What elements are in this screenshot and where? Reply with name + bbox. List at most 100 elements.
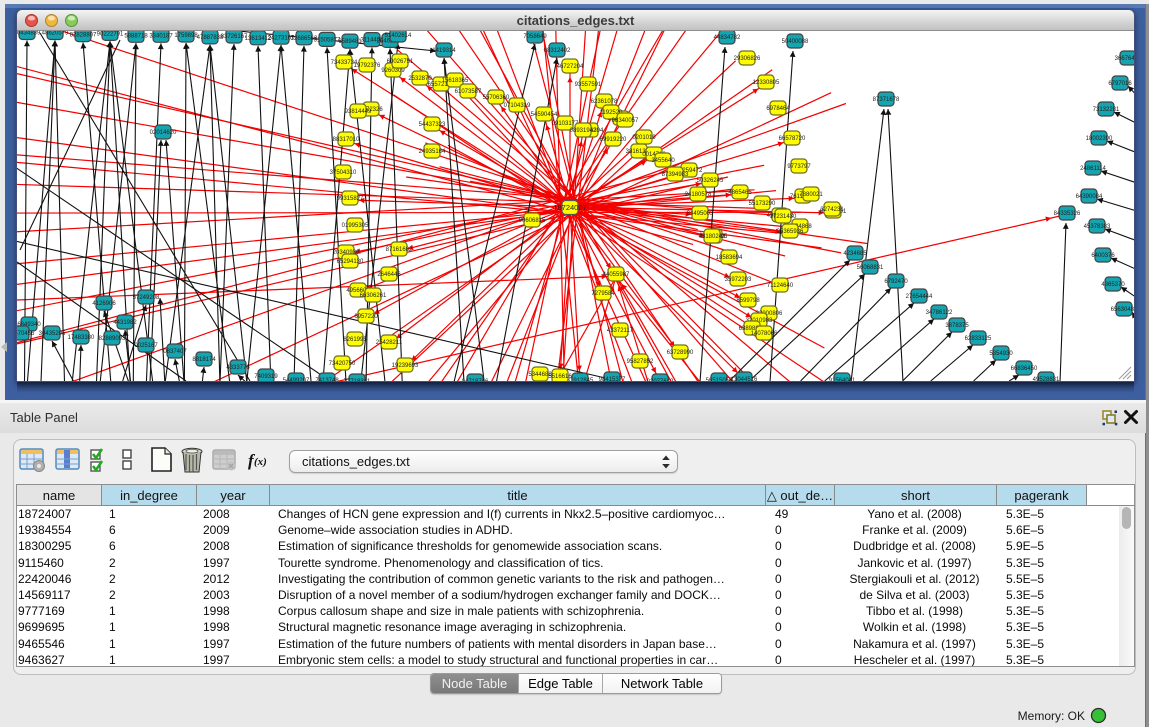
svg-text:46727204: 46727204 (557, 64, 584, 70)
svg-text:54499207: 54499207 (283, 378, 310, 381)
svg-text:17483380: 17483380 (68, 335, 95, 341)
svg-text:14078066: 14078066 (751, 331, 778, 337)
svg-text:51505877: 51505877 (314, 38, 341, 44)
svg-text:35972203: 35972203 (725, 277, 752, 283)
svg-text:50400088: 50400088 (782, 39, 809, 45)
svg-text:43180243: 43180243 (699, 234, 726, 240)
svg-text:84335326: 84335326 (1054, 211, 1081, 217)
svg-text:4333776: 4333776 (226, 365, 250, 371)
svg-text:6589481: 6589481 (338, 39, 362, 45)
svg-text:5888718: 5888718 (124, 33, 148, 39)
svg-text:8261995: 8261995 (343, 337, 367, 343)
svg-text:7409319: 7409319 (254, 374, 278, 380)
svg-text:56515055: 56515055 (706, 378, 733, 381)
svg-text:44055987: 44055987 (603, 272, 630, 278)
svg-text:82889093: 82889093 (99, 336, 126, 342)
svg-text:84495003: 84495003 (687, 211, 714, 217)
svg-text:6978464: 6978464 (766, 106, 790, 112)
svg-text:(x): (x) (254, 456, 267, 468)
svg-text:49528831: 49528831 (1033, 377, 1060, 381)
svg-text:12330805: 12330805 (753, 80, 780, 86)
svg-text:65294130: 65294130 (337, 259, 364, 265)
svg-text:24861114: 24861114 (1080, 166, 1106, 172)
svg-text:04718746: 04718746 (462, 379, 489, 381)
svg-text:3878375: 3878375 (945, 323, 969, 329)
svg-text:54437323: 54437323 (419, 122, 446, 128)
svg-text:71124640: 71124640 (767, 283, 794, 289)
svg-text:44834782: 44834782 (714, 35, 741, 41)
svg-text:90222791: 90222791 (97, 32, 124, 38)
svg-text:1759898: 1759898 (174, 33, 198, 39)
svg-text:3455640: 3455640 (651, 158, 675, 164)
svg-text:07104319: 07104319 (504, 103, 531, 109)
svg-text:30434839: 30434839 (17, 31, 41, 37)
svg-text:5354930: 5354930 (989, 351, 1013, 357)
svg-text:90606815: 90606815 (519, 218, 546, 224)
svg-text:87161682: 87161682 (386, 247, 413, 253)
svg-text:45378383: 45378383 (1084, 224, 1111, 230)
svg-text:91564041: 91564041 (829, 378, 856, 381)
svg-text:66306261: 66306261 (360, 293, 387, 299)
svg-text:15618365: 15618365 (442, 78, 469, 84)
svg-text:88317010: 88317010 (333, 137, 360, 143)
svg-text:9260309: 9260309 (381, 68, 405, 74)
svg-text:54590454: 54590454 (531, 112, 558, 118)
svg-text:48620579: 48620579 (42, 31, 69, 37)
svg-text:87394983: 87394983 (662, 172, 689, 178)
svg-text:22470455: 22470455 (17, 331, 35, 337)
svg-text:7413748: 7413748 (315, 378, 339, 381)
svg-text:19239693: 19239693 (392, 363, 419, 369)
svg-text:29306826: 29306826 (734, 56, 761, 62)
svg-text:2646446: 2646446 (377, 272, 401, 278)
svg-text:7279584: 7279584 (591, 291, 615, 297)
svg-text:0201019: 0201019 (632, 135, 656, 141)
svg-text:63728990: 63728990 (667, 350, 694, 356)
svg-text:37504310: 37504310 (330, 170, 357, 176)
svg-text:50326245: 50326245 (697, 178, 724, 184)
svg-text:4234685: 4234685 (843, 251, 867, 257)
svg-text:30435205: 30435205 (39, 331, 66, 337)
svg-text:98415377: 98415377 (599, 377, 626, 381)
svg-text:43372117: 43372117 (607, 328, 634, 334)
svg-text:66836450: 66836450 (1011, 366, 1038, 372)
svg-text:18724007: 18724007 (553, 203, 586, 212)
svg-text:08931942: 08931942 (570, 128, 597, 134)
svg-text:66578720: 66578720 (779, 136, 806, 142)
svg-text:08312402: 08312402 (544, 48, 571, 54)
svg-text:55173290: 55173290 (749, 201, 776, 207)
svg-text:01995305: 01995305 (342, 223, 369, 229)
svg-text:93814449: 93814449 (345, 109, 372, 115)
svg-text:62833125: 62833125 (965, 336, 992, 342)
svg-text:55706360: 55706360 (483, 95, 510, 101)
svg-text:0025167: 0025167 (134, 343, 158, 349)
svg-text:1419314: 1419314 (432, 48, 456, 54)
svg-text:8599798: 8599798 (736, 298, 760, 304)
svg-text:62361078: 62361078 (591, 99, 618, 105)
svg-text:02077642: 02077642 (647, 379, 674, 381)
svg-text:82828807: 82828807 (70, 33, 97, 39)
svg-text:27654444: 27654444 (906, 294, 933, 300)
svg-text:8818174: 8818174 (192, 357, 216, 363)
svg-text:99315827: 99315827 (337, 196, 364, 202)
svg-text:25365936: 25365936 (777, 229, 804, 235)
svg-text:6957220: 6957220 (354, 314, 378, 320)
svg-text:34786122: 34786122 (926, 310, 953, 316)
svg-text:64390084: 64390084 (1076, 194, 1103, 200)
svg-text:4126906: 4126906 (92, 301, 116, 307)
svg-text:69919220: 69919220 (600, 137, 627, 143)
svg-text:5516616: 5516616 (548, 374, 572, 380)
svg-text:36676402: 36676402 (1115, 56, 1134, 62)
svg-text:61073587: 61073587 (455, 89, 482, 95)
svg-text:77718341: 77718341 (344, 379, 371, 381)
svg-text:4865465: 4865465 (728, 190, 752, 196)
svg-text:60026751: 60026751 (387, 59, 414, 65)
svg-text:24935164: 24935164 (419, 149, 446, 155)
svg-text:73420750: 73420750 (329, 361, 356, 367)
svg-text:57249208: 57249208 (133, 295, 160, 301)
svg-text:65630481: 65630481 (1111, 307, 1134, 313)
svg-text:5344688: 5344688 (528, 372, 552, 378)
svg-text:3274231: 3274231 (820, 207, 844, 213)
svg-text:0837407: 0837407 (163, 349, 187, 355)
svg-text:08340057: 08340057 (612, 118, 639, 124)
svg-text:4431982: 4431982 (113, 320, 137, 326)
